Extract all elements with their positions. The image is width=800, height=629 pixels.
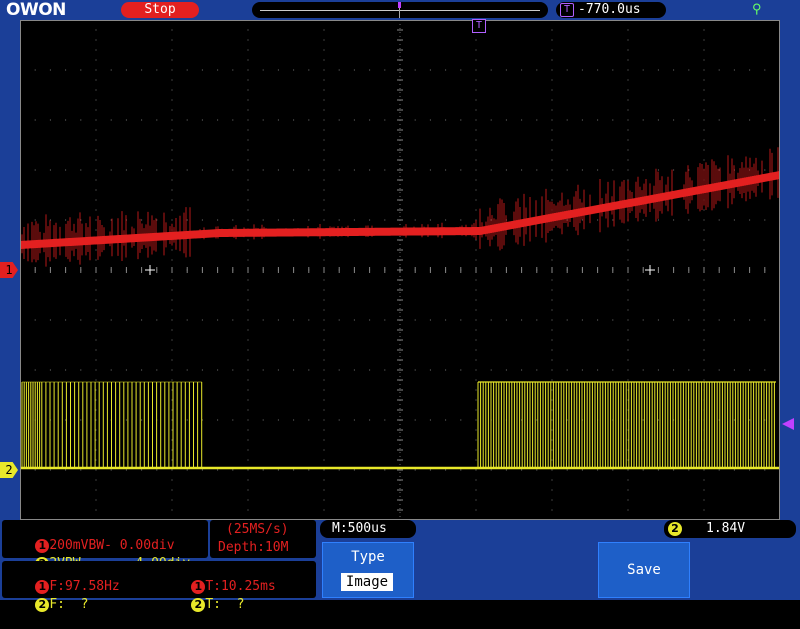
trigger-position-readout: T -770.0us: [556, 2, 666, 18]
timebase-panel[interactable]: M:500us: [320, 520, 416, 538]
timebase-value: M:500us: [332, 521, 387, 536]
timeline-position-marker: [398, 2, 401, 18]
top-status-bar: OWON Stop T -770.0us ⚲: [0, 0, 800, 20]
save-button[interactable]: Save: [598, 542, 690, 598]
trigger-icon: T: [560, 3, 574, 17]
ch2-frequency-value: F: ?: [49, 597, 89, 612]
acquisition-panel: (25MS/s) Depth:10M: [210, 520, 316, 558]
usb-icon: ⚲: [752, 2, 762, 17]
waveform-display: [20, 20, 780, 520]
channel-settings-panel: 1200mVBW- 0.00div 22VBW- -4.00div: [2, 520, 208, 571]
type-value-image[interactable]: Image: [341, 573, 393, 591]
ch2-period-value: T: ?: [205, 597, 245, 612]
trigger-position-value: -770.0us: [578, 2, 641, 17]
trigger-source-badge-icon: 2: [668, 522, 682, 536]
trigger-level-value: 1.84V: [706, 521, 746, 536]
ch2-period-measure: 2 T: ?: [160, 581, 244, 629]
run-stop-status[interactable]: Stop: [121, 2, 199, 18]
trigger-level-panel[interactable]: 2 1.84V: [664, 520, 796, 538]
memory-depth: Depth:10M: [218, 540, 289, 555]
brand-logo: OWON: [6, 0, 66, 20]
trigger-level-arrow-icon[interactable]: [782, 418, 794, 430]
ch2-frequency-measure: 2 F: ?: [4, 581, 88, 629]
type-label: Type: [351, 549, 385, 565]
memory-timeline: [252, 2, 548, 18]
right-border: [780, 20, 800, 520]
sample-rate: (25MS/s): [226, 522, 289, 537]
measurement-panel: 1 F:97.58Hz 1 T:10.25ms 2 F: ? 2 T: ?: [2, 561, 316, 612]
trigger-time-marker-icon: T: [472, 19, 486, 33]
type-menu-button[interactable]: Type Image: [322, 542, 414, 598]
